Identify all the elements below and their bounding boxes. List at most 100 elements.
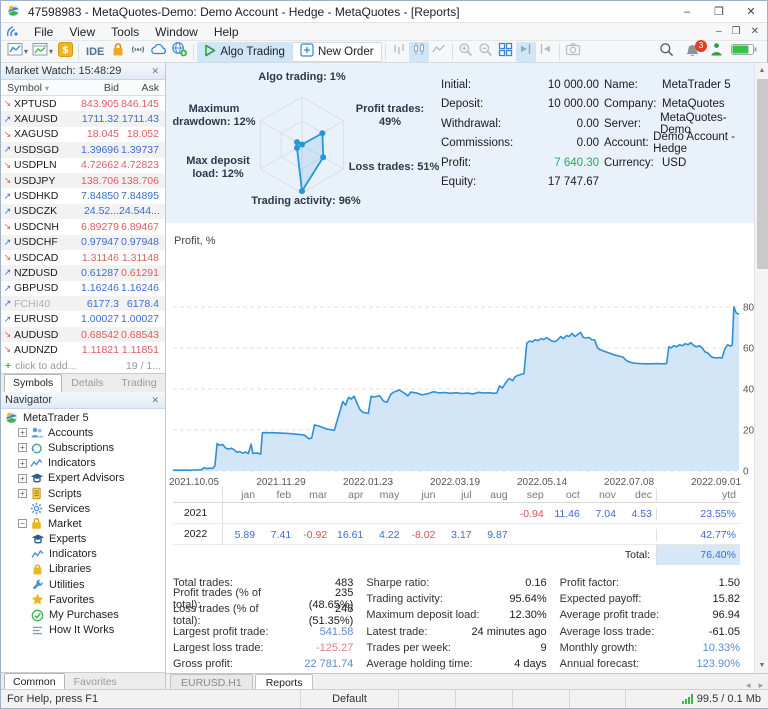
tree-item-accounts[interactable]: +Accounts	[1, 425, 165, 440]
market-watch-row-nzdusd[interactable]: ↗NZDUSD0.612870.61291	[1, 265, 165, 280]
market-watch-row-usdcnh[interactable]: ↘USDCNH6.892796.89467	[1, 219, 165, 234]
market-watch-row-gbpusd[interactable]: ↗GBPUSD1.162461.16246	[1, 281, 165, 296]
auto-scroll-button[interactable]	[516, 42, 536, 62]
market-watch-row-usdjpy[interactable]: ↘USDJPY138.706138.706	[1, 173, 165, 188]
tree-item-my-purchases[interactable]: My Purchases	[1, 607, 165, 622]
tree-item-market[interactable]: −Market	[1, 516, 165, 531]
expand-icon[interactable]: +	[18, 489, 27, 498]
menu-item-help[interactable]: Help	[206, 23, 247, 41]
market-watch-row-usdpln[interactable]: ↘USDPLN4.726624.72823	[1, 158, 165, 173]
notification-badge: 3	[695, 40, 707, 52]
market-watch-row-audnzd[interactable]: ↘AUDNZD1.118211.11851	[1, 342, 165, 357]
chart-shift-button[interactable]	[536, 42, 556, 62]
zoom-in-button[interactable]	[456, 42, 476, 62]
tree-item-metatrader-5[interactable]: MetaTrader 5	[1, 410, 165, 425]
lock-button[interactable]	[108, 42, 128, 62]
tree-item-indicators[interactable]: +Indicators	[1, 456, 165, 471]
bid-price: 1.31146	[71, 252, 119, 264]
tree-item-utilities[interactable]: Utilities	[1, 577, 165, 592]
algo-trading-button[interactable]: Algo Trading	[197, 42, 292, 62]
tile-windows-button[interactable]	[496, 42, 516, 62]
menu-item-view[interactable]: View	[61, 23, 103, 41]
market-watch-row-usdcad[interactable]: ↘USDCAD1.311461.31148	[1, 250, 165, 265]
up-arrow-icon: ↗	[1, 283, 14, 294]
scroll-down-icon[interactable]: ▼	[755, 658, 768, 673]
line-chart-button[interactable]	[429, 42, 449, 62]
market-watch-row-fchi40[interactable]: ↗FCHI406177.36178.4	[1, 296, 165, 311]
market-watch-row-usdczk[interactable]: ↗USDCZK24.52...24.544...	[1, 204, 165, 219]
tree-item-subscriptions[interactable]: +Subscriptions	[1, 440, 165, 455]
report-scrollbar[interactable]: ▲ ▼	[754, 63, 768, 673]
collapse-icon[interactable]: −	[18, 519, 27, 528]
status-profile[interactable]: Default	[301, 690, 399, 708]
column-bid[interactable]: Bid	[71, 82, 119, 94]
menu-item-window[interactable]: Window	[147, 23, 206, 41]
market-watch-row-usdsgd[interactable]: ↗USDSGD1.396961.39737	[1, 142, 165, 157]
menu-bar: FileViewToolsWindowHelp – ❐ ✕	[1, 23, 767, 41]
close-icon[interactable]: ✕	[149, 395, 161, 406]
tab-trading[interactable]: Trading	[112, 374, 165, 392]
maximize-button[interactable]: ❐	[703, 1, 735, 22]
down-arrow-icon: ↘	[1, 129, 14, 140]
market-watch-row-xptusd[interactable]: ↘XPTUSD843.905846.145	[1, 96, 165, 111]
close-button[interactable]: ✕	[735, 1, 767, 22]
expand-icon[interactable]: +	[18, 443, 27, 452]
mt5-icon	[5, 411, 19, 424]
screenshot-button[interactable]	[563, 42, 583, 62]
cloud-button[interactable]	[148, 42, 169, 62]
scroll-up-icon[interactable]: ▲	[755, 63, 768, 78]
menu-item-file[interactable]: File	[26, 23, 61, 41]
ide-button[interactable]: IDE	[82, 42, 108, 62]
web-community-button[interactable]	[169, 42, 190, 62]
menu-item-tools[interactable]: Tools	[103, 23, 147, 41]
mdi-restore-button[interactable]: ❐	[732, 26, 741, 37]
tree-item-scripts[interactable]: +Scripts	[1, 486, 165, 501]
status-connection[interactable]: 99.5 / 0.1 Mb	[626, 690, 768, 708]
new-order-button[interactable]: New Order	[292, 42, 382, 62]
account-field: Commissions:0.00	[441, 134, 599, 154]
chart-window-button[interactable]: ▾	[30, 42, 55, 62]
dollar-button[interactable]: $	[55, 42, 75, 62]
expand-icon[interactable]: +	[18, 428, 27, 437]
bid-price: 7.84850	[71, 190, 119, 202]
chart-style-button[interactable]: ▾	[5, 42, 30, 62]
expand-icon[interactable]: +	[18, 474, 27, 483]
tab-symbols[interactable]: Symbols	[4, 374, 62, 392]
bar-chart-button[interactable]	[389, 42, 409, 62]
market-watch-add-row[interactable]: + click to add... 19 / 1...	[1, 358, 165, 373]
notifications-button[interactable]: 3	[684, 43, 702, 61]
broadcast-button[interactable]	[128, 42, 148, 62]
scrollbar-thumb[interactable]	[757, 79, 768, 269]
community-user-icon[interactable]	[710, 42, 723, 62]
mdi-close-button[interactable]: ✕	[751, 26, 759, 37]
mdi-minimize-button[interactable]: –	[716, 26, 722, 37]
market-watch-row-eurusd[interactable]: ↗EURUSD1.000271.00027	[1, 311, 165, 326]
tree-item-indicators[interactable]: Indicators	[1, 547, 165, 562]
candlestick-chart-button[interactable]	[409, 42, 429, 62]
search-button[interactable]	[656, 42, 676, 62]
column-ask[interactable]: Ask	[119, 82, 163, 94]
account-field: Currency:USD	[604, 153, 754, 173]
minimize-button[interactable]: –	[671, 1, 703, 22]
market-watch-row-usdhkd[interactable]: ↗USDHKD7.848507.84895	[1, 188, 165, 203]
column-symbol[interactable]: Symbol ▾	[1, 82, 71, 94]
down-arrow-icon: ↘	[1, 252, 14, 263]
tree-item-how-it-works[interactable]: How It Works	[1, 623, 165, 638]
tree-item-expert-advisors[interactable]: +Expert Advisors	[1, 471, 165, 486]
tree-item-services[interactable]: Services	[1, 501, 165, 516]
market-watch-row-xauusd[interactable]: ↗XAUUSD1711.321711.43	[1, 111, 165, 126]
close-icon[interactable]: ✕	[149, 66, 161, 77]
tree-item-favorites[interactable]: Favorites	[1, 592, 165, 607]
tree-item-experts[interactable]: Experts	[1, 532, 165, 547]
ask-price: 24.544...	[119, 205, 163, 217]
up-arrow-icon: ↗	[1, 191, 14, 202]
zoom-out-button[interactable]	[476, 42, 496, 62]
t ree-item-label: How It Works	[49, 624, 114, 636]
market-watch-row-usdchf[interactable]: ↗USDCHF0.979470.97948	[1, 235, 165, 250]
tree-item-libraries[interactable]: Libraries	[1, 562, 165, 577]
tab-details[interactable]: Details	[62, 374, 112, 392]
market-watch-row-xagusd[interactable]: ↘XAGUSD18.04518.052	[1, 127, 165, 142]
radar-label-max-deposit-load: Max depositload: 12%	[186, 155, 250, 181]
expand-icon[interactable]: +	[18, 459, 27, 468]
market-watch-row-audusd[interactable]: ↘AUDUSD0.685420.68543	[1, 327, 165, 342]
